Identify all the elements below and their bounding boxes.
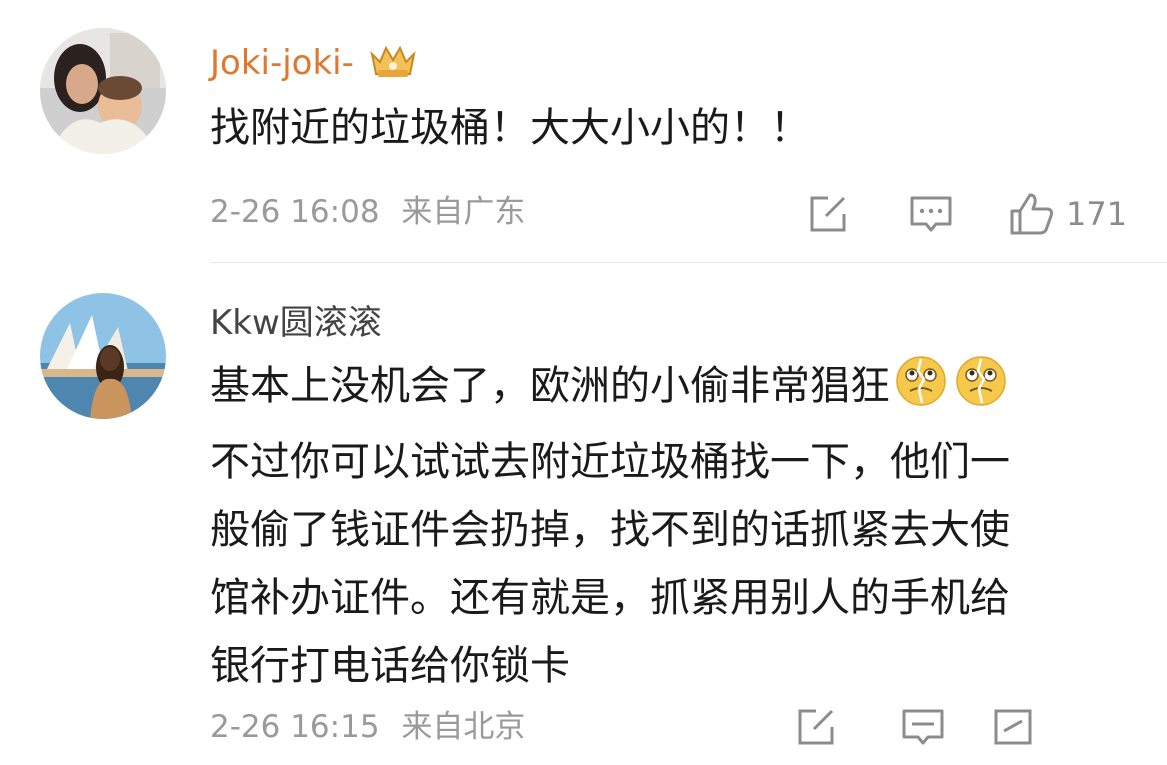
reply-button[interactable]: [908, 190, 954, 238]
share-icon: [798, 709, 834, 745]
like-count: 171: [1066, 195, 1128, 233]
like-icon: [994, 709, 1032, 745]
comment-line: 找附近的垃圾桶！大大小小的！！: [210, 105, 810, 151]
comment-line: 基本上没机会了，欧洲的小偷非常猖狂: [210, 355, 1140, 424]
like-icon: [1010, 193, 1054, 235]
comment-actions: [0, 703, 1167, 751]
comment-icon: [910, 196, 952, 232]
broken-heart-face-emoji-icon: [892, 355, 950, 424]
reply-button[interactable]: [900, 703, 946, 751]
share-icon: [810, 196, 846, 232]
like-button[interactable]: 171: [1008, 190, 1127, 238]
share-button[interactable]: [794, 703, 838, 751]
comment-text: 基本上没机会了，欧洲的小偷非常猖狂 不过你可以试试去附近垃圾桶找一下，他们一 般…: [210, 355, 1140, 696]
comment-line-text: 基本上没机会了，欧洲的小偷非常猖狂: [210, 363, 890, 409]
like-button[interactable]: [990, 703, 1036, 751]
comment-actions: 171: [0, 190, 1167, 238]
crown-vip-badge-icon: [366, 40, 420, 89]
comment-line: 银行打电话给你锁卡: [210, 643, 570, 689]
username[interactable]: Joki-joki-: [210, 40, 420, 89]
username-text: Kkw圆滚滚: [210, 303, 382, 343]
comment-icon: [902, 709, 944, 745]
broken-heart-face-emoji-icon: [952, 355, 1010, 424]
comment-line: 般偷了钱证件会扔掉，找不到的话抓紧去大使: [210, 507, 1010, 553]
comment-line: 馆补办证件。还有就是，抓紧用别人的手机给: [210, 575, 1010, 621]
username-text: Joki-joki-: [210, 43, 354, 83]
comment-item: Kkw圆滚滚 基本上没机会了，欧洲的小偷非常猖狂 不过你可以试试去附近垃圾桶找一…: [0, 263, 1167, 765]
comment-text: 找附近的垃圾桶！大大小小的！！: [210, 98, 1140, 158]
comment-line: 不过你可以试试去附近垃圾桶找一下，他们一: [210, 439, 1010, 485]
username[interactable]: Kkw圆滚滚: [210, 303, 382, 343]
comment-item: Joki-joki- 找附近的垃圾桶！大大小小的！！ 2-26 16:08 来自…: [0, 0, 1167, 262]
avatar[interactable]: [40, 293, 166, 419]
share-button[interactable]: [806, 190, 850, 238]
avatar[interactable]: [40, 28, 166, 154]
